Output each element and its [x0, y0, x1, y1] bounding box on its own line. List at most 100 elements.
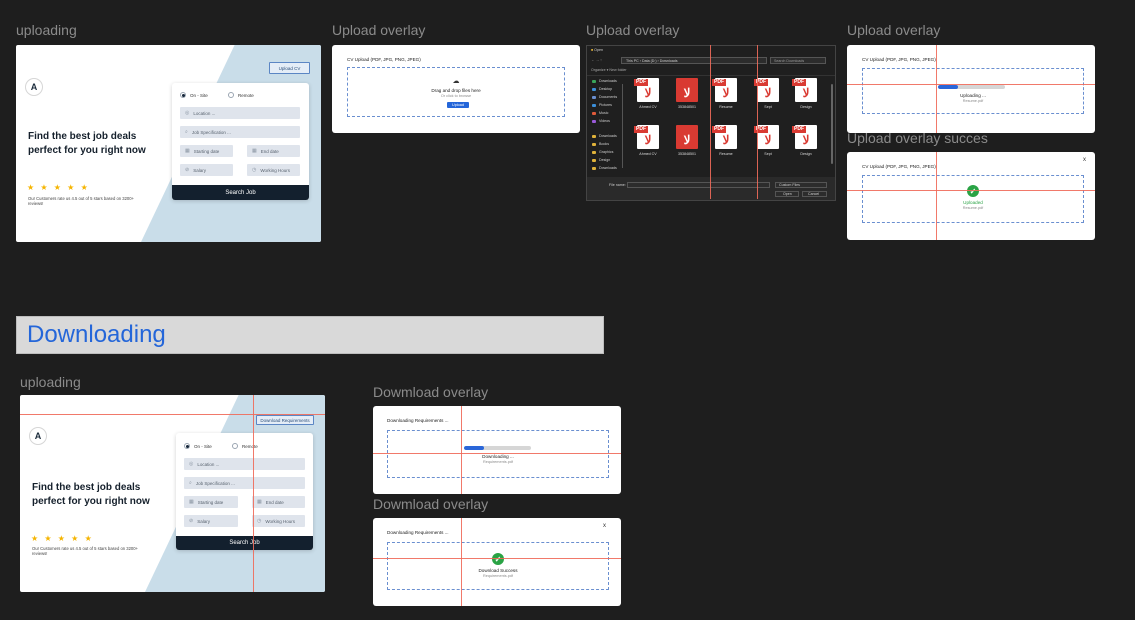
file-item[interactable]: ﻻ 353848501	[674, 78, 700, 109]
download-requirements-button[interactable]: Download Requirements	[256, 415, 314, 425]
start-date-input[interactable]: ▦ Starting date	[184, 496, 238, 508]
rating-stars-icon: ★ ★ ★ ★ ★	[27, 183, 90, 192]
upload-button[interactable]: Upload	[447, 102, 469, 108]
sidebar-item-downloads[interactable]: Downloads	[592, 79, 617, 83]
salary-input[interactable]: ⊘ Salary	[180, 164, 233, 176]
rating-stars-icon: ★ ★ ★ ★ ★	[31, 534, 94, 543]
content-scrollbar[interactable]	[831, 84, 833, 164]
location-pin-icon: ◎	[189, 461, 194, 467]
file-type-select[interactable]: Custom Files	[775, 182, 827, 188]
sidebar-label: Downloads	[599, 79, 617, 83]
radio-onsite-label: On - Site	[190, 92, 208, 98]
upload-cv-button[interactable]: Upload CV	[269, 62, 310, 74]
job-spec-input[interactable]: ⌕ Job Specification ...	[184, 477, 305, 489]
radio-remote-label: Remote	[242, 443, 258, 449]
frame-label-uploading-2: uploading	[20, 374, 81, 390]
upload-cloud-icon: ☁	[452, 78, 460, 85]
working-hours-placeholder: Working Hours	[265, 518, 296, 524]
hero-line-2: perfect for you right now	[28, 145, 146, 156]
open-button[interactable]: Open	[775, 191, 799, 197]
file-name-input[interactable]	[627, 182, 770, 188]
sidebar-item-folder[interactable]: Downloads	[592, 134, 617, 138]
salary-input[interactable]: ⊘ Salary	[184, 515, 238, 527]
calendar-icon: ▦	[185, 148, 190, 154]
location-input[interactable]: ◎ Location ...	[184, 458, 305, 470]
cancel-label: Cancel	[808, 192, 820, 196]
dialog-search-input[interactable]: Search Downloads	[770, 57, 826, 64]
sidebar-item-books[interactable]: Books	[592, 142, 609, 146]
close-icon[interactable]: x	[1083, 157, 1086, 163]
sidebar-item-desktop[interactable]: Desktop	[592, 87, 612, 91]
download-progress-bar	[464, 446, 531, 450]
sidebar-item-music[interactable]: Music	[592, 111, 608, 115]
calendar-icon: ▦	[189, 499, 194, 505]
working-hours-input[interactable]: ◷ Working Hours	[247, 164, 300, 176]
download-file-name: Requirements.pdf	[483, 460, 513, 464]
search-card: On - Site Remote ◎ Location ... ⌕ Job Spec…	[172, 83, 309, 200]
working-hours-placeholder: Working Hours	[260, 167, 291, 173]
folder-icon	[592, 166, 596, 170]
pdf-file-icon: PDF ﻻ	[792, 125, 817, 149]
cancel-button[interactable]: Cancel	[802, 191, 827, 197]
file-name: Resume	[719, 152, 733, 156]
sidebar-item-documents[interactable]: Documents	[592, 95, 617, 99]
videos-icon	[592, 119, 596, 123]
frame-label-download-overlay-2: Dowmload overlay	[373, 496, 489, 512]
layout-guide-vertical	[461, 518, 462, 606]
file-name: Ahmed CV	[639, 105, 657, 109]
organize-menu[interactable]: Organize ▾ New folder	[591, 68, 627, 72]
file-item[interactable]: PDF ﻻ Sept	[754, 125, 781, 156]
radio-onsite[interactable]: On - Site	[180, 92, 208, 98]
hero-heading: Find the best job deals perfect for you …	[32, 481, 150, 509]
upload-overlay-title: CV Upload (PDF, JPG, PNG, JPEG)	[347, 57, 421, 62]
sidebar-scrollbar[interactable]	[622, 84, 623, 168]
working-hours-input[interactable]: ◷ Working Hours	[252, 515, 305, 527]
sidebar-item-graphics[interactable]: Graphics	[592, 150, 613, 154]
close-icon[interactable]: x	[603, 523, 606, 529]
location-input[interactable]: ◎ Location ...	[180, 107, 300, 119]
dialog-title: ■ Open	[591, 48, 603, 52]
file-item[interactable]: ﻻ 353848501	[674, 125, 700, 156]
money-icon: ⊘	[185, 167, 190, 173]
layout-guide-vertical	[936, 152, 937, 240]
radio-onsite-label: On - Site	[194, 443, 212, 449]
salary-placeholder: Salary	[193, 167, 206, 173]
radio-remote[interactable]: Remote	[228, 92, 254, 98]
file-item[interactable]: PDF ﻻ Sept	[754, 78, 781, 109]
hero-line-1: Find the best job deals	[32, 482, 141, 493]
file-item[interactable]: PDF ﻻ Ahmed CV	[634, 125, 661, 156]
job-spec-input[interactable]: ⌕ Job Specification ...	[180, 126, 300, 138]
file-name-label: File name:	[609, 183, 626, 187]
salary-placeholder: Salary	[197, 518, 210, 524]
sidebar-item-pictures[interactable]: Pictures	[592, 103, 612, 107]
file-item[interactable]: PDF ﻻ Design	[792, 125, 819, 156]
file-item[interactable]: PDF ﻻ Resume	[712, 125, 739, 156]
file-item[interactable]: PDF ﻻ Design	[792, 78, 819, 109]
section-title: Downloading	[27, 321, 166, 348]
download-progress-zone: Downloading ... Requirements.pdf	[387, 430, 609, 478]
radio-empty-icon	[232, 443, 238, 449]
success-check-icon: ✓	[967, 185, 979, 197]
path-bar[interactable]: This PC › Data (D:) › Downloads	[621, 57, 767, 64]
search-job-button[interactable]: Search Job	[172, 185, 309, 200]
sidebar-item-design[interactable]: Design	[592, 158, 610, 162]
dropzone[interactable]: ☁ Drag and drop files here Or click to b…	[347, 67, 565, 117]
download-overlay-title: Downloading Requirements ...	[387, 418, 449, 423]
upload-progress-zone: Uploading ... Resume.pdf	[862, 68, 1084, 114]
download-success-zone: ✓ Download Success Requirements.pdf	[387, 542, 609, 590]
download-success-frame: x Downloading Requirements ... ✓ Downloa…	[373, 518, 621, 606]
reviews-text: Our Customers rate us 4.5 out of 5 stars…	[28, 196, 135, 206]
file-item[interactable]: PDF ﻻ Ahmed CV	[634, 78, 661, 109]
radio-onsite[interactable]: On - Site	[184, 443, 212, 449]
file-item[interactable]: PDF ﻻ Resume	[712, 78, 739, 109]
nav-arrows-icon[interactable]: ← → ↑	[591, 58, 602, 62]
end-date-input[interactable]: ▦ End date	[247, 145, 300, 157]
click-browse-text: Or click to browse	[440, 94, 472, 98]
sidebar-item-videos[interactable]: Videos	[592, 119, 610, 123]
end-date-input[interactable]: ▦ End date	[252, 496, 305, 508]
sidebar-label: Books	[599, 142, 609, 146]
sidebar-item-downloads-2[interactable]: Downloads	[592, 166, 617, 170]
job-spec-placeholder: Job Specification ...	[195, 480, 235, 486]
search-job-button[interactable]: Search Job	[176, 536, 313, 550]
start-date-input[interactable]: ▦ Starting date	[180, 145, 233, 157]
